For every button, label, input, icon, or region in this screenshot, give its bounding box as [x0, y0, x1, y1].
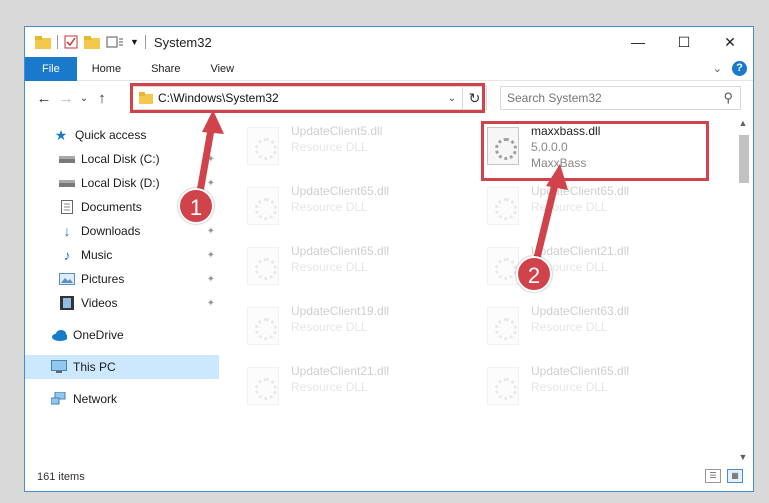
step-2-badge: 2: [516, 256, 552, 292]
arrowhead-step-1: [202, 110, 224, 134]
annotation-arrows: [196, 110, 568, 259]
arrow-step-2: [533, 179, 560, 259]
arrowhead-step-2: [546, 164, 568, 190]
step-1-badge: 1: [178, 188, 214, 224]
arrow-step-1: [196, 123, 216, 193]
